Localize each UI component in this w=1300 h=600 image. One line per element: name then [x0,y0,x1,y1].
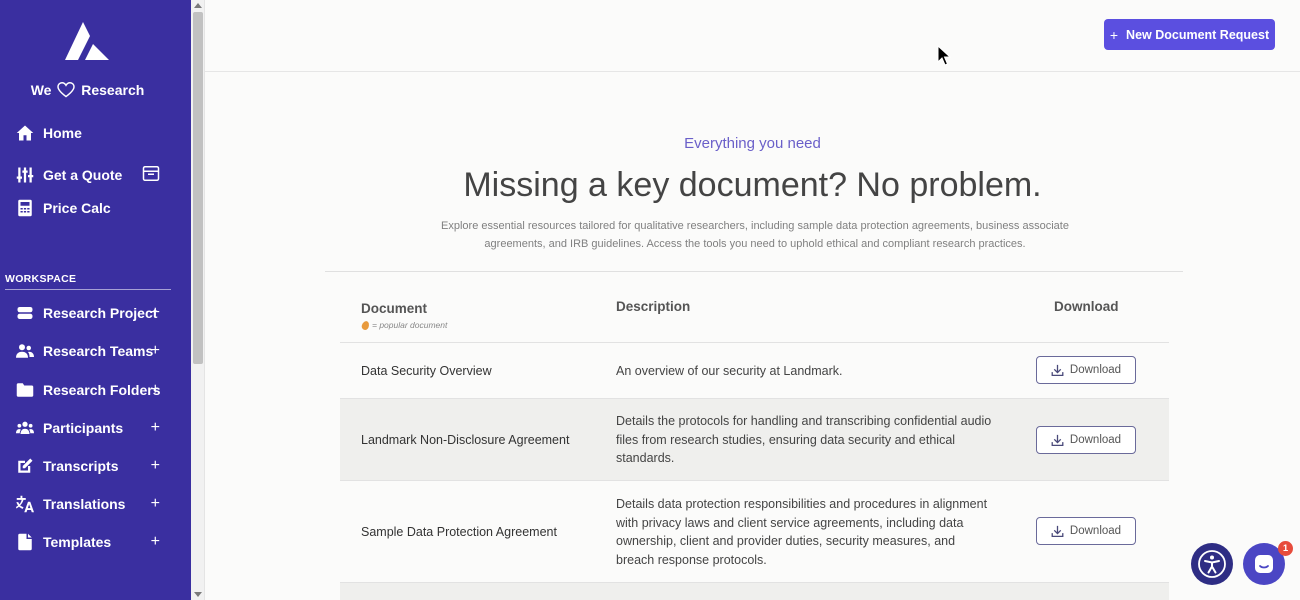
download-button[interactable]: Download [1036,517,1136,545]
table-row: Sample Data Protection Agreement Details… [340,480,1169,582]
popular-drop-icon [360,319,371,331]
workspace-label: WORKSPACE [5,273,77,285]
nav-home[interactable]: Home [15,121,175,145]
document-name: Data Security Overview [361,364,492,378]
column-header-description: Description [616,299,691,314]
table-row: Landmark Non-Disclosure Agreement Detail… [340,398,1169,480]
nav-get-a-quote[interactable]: Get a Quote [15,163,175,187]
add-participant-button[interactable]: + [151,419,160,437]
sidebar-scrollbar[interactable] [191,0,205,600]
translate-icon [15,494,35,514]
hero-description: Explore essential resources tailored for… [441,220,1069,250]
accessibility-icon [1198,550,1226,578]
database-icon [15,303,35,323]
nav-research-project[interactable]: Research Project + [15,301,175,325]
nav-templates[interactable]: Templates + [15,530,175,554]
home-icon [15,123,35,143]
download-icon [1051,434,1064,446]
sliders-icon [15,165,35,185]
tagline: We Research [30,82,145,98]
nav-transcripts[interactable]: Transcripts + [15,454,175,478]
document-name: Sample Data Protection Agreement [361,525,557,539]
add-template-button[interactable]: + [151,533,160,551]
page-title: Missing a key document? No problem. [463,166,1042,204]
document-description: An overview of our security at Landmark. [616,364,843,378]
download-icon [1051,364,1064,376]
chat-icon [1255,555,1273,573]
folder-icon [15,380,35,400]
add-research-folder-button[interactable]: + [151,381,160,399]
people-group-icon [15,418,35,438]
document-name: Landmark Non-Disclosure Agreement [361,433,570,447]
column-header-document: Document [361,301,428,316]
column-header-download: Download [1054,299,1119,314]
table-row: Data Security Overview An overview of ou… [340,342,1169,398]
document-description: Details the protocols for handling and t… [616,414,992,465]
download-button[interactable]: Download [1036,426,1136,454]
add-research-team-button[interactable]: + [151,342,160,360]
accessibility-button[interactable] [1191,543,1233,585]
archive-icon[interactable] [142,165,160,185]
edit-icon [15,456,35,476]
new-document-request-button[interactable]: + New Document Request [1104,19,1275,50]
scroll-down-arrow[interactable] [194,592,202,597]
file-icon [15,532,35,552]
add-transcript-button[interactable]: + [151,457,160,475]
users-icon [15,341,35,361]
nav-translations[interactable]: Translations + [15,492,175,516]
nav-price-calc[interactable]: Price Calc [15,196,175,220]
scrollbar-thumb[interactable] [193,12,203,364]
hero-eyebrow: Everything you need [684,135,821,152]
hero-divider [325,271,1183,272]
scroll-up-arrow[interactable] [194,3,202,8]
download-button[interactable]: Download [1036,356,1136,384]
heart-icon [57,82,76,98]
nav-research-folders[interactable]: Research Folders + [15,378,175,402]
table-row [340,582,1169,600]
add-translation-button[interactable]: + [151,495,160,513]
landmark-logo-icon[interactable] [63,20,111,62]
popular-document-legend: = popular document [360,319,447,331]
add-research-project-button[interactable]: + [151,304,160,322]
sidebar: We Research Home Get a Quote Price Calc … [0,0,191,600]
calculator-icon [15,198,35,218]
nav-participants[interactable]: Participants + [15,416,175,440]
top-bar: + New Document Request [205,0,1300,72]
chat-notification-badge: 1 [1278,541,1293,556]
document-description: Details data protection responsibilities… [616,497,988,567]
mouse-cursor-icon [937,45,951,66]
nav-research-teams[interactable]: Research Teams + [15,339,175,363]
download-icon [1051,525,1064,537]
workspace-divider [5,289,171,290]
